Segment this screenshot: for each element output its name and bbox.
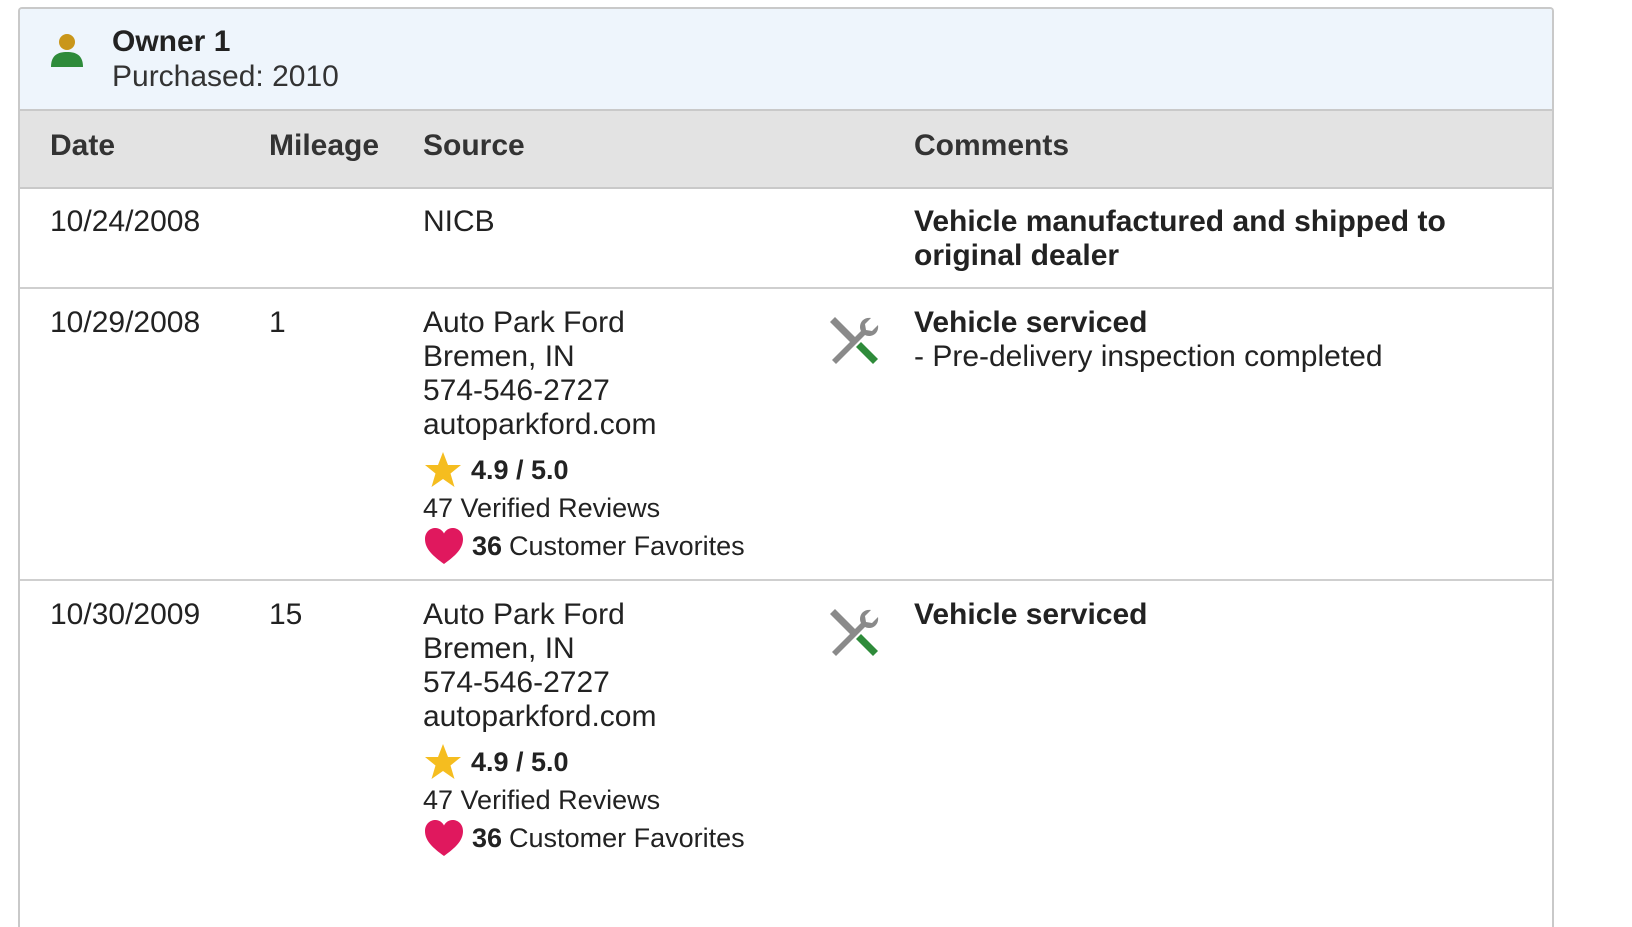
source-location: Bremen, IN <box>423 632 575 665</box>
comment-title: Vehicle serviced <box>914 598 1148 631</box>
customer-favorites: 36 Customer Favorites <box>423 526 813 566</box>
row-source: Auto Park Ford Bremen, IN 574-546-2727 a… <box>423 598 813 858</box>
row-date: 10/29/2008 <box>50 306 201 339</box>
customer-favorites: 36 Customer Favorites <box>423 818 813 858</box>
table-row: 10/29/2008 1 Auto Park Ford Bremen, IN 5… <box>20 289 1552 581</box>
row-date: 10/30/2009 <box>50 598 201 631</box>
row-comments: Vehicle serviced - Pre-delivery inspecti… <box>914 306 1534 374</box>
favorites-count: 36 <box>472 531 503 561</box>
source-location: Bremen, IN <box>423 340 575 373</box>
source-name: NICB <box>423 205 495 238</box>
source-phone[interactable]: 574-546-2727 <box>423 666 813 700</box>
owner-name: Owner 1 <box>112 25 231 58</box>
comment-title: Vehicle serviced <box>914 306 1148 339</box>
dealer-rating: 4.9 / 5.0 <box>423 450 813 490</box>
verified-reviews-link[interactable]: 47 Verified Reviews <box>423 490 813 526</box>
row-mileage: 1 <box>269 306 286 339</box>
column-header-mileage: Mileage <box>269 129 380 162</box>
column-header-comments: Comments <box>914 129 1070 162</box>
row-comments: Vehicle manufactured and shipped to orig… <box>914 205 1534 273</box>
comment-detail: - Pre-delivery inspection completed <box>914 340 1383 373</box>
history-table-header: Date Mileage Source Comments <box>20 111 1552 189</box>
row-comments: Vehicle serviced <box>914 598 1534 632</box>
favorites-label: Customer Favorites <box>509 531 745 561</box>
verified-reviews-link[interactable]: 47 Verified Reviews <box>423 782 813 818</box>
source-phone[interactable]: 574-546-2727 <box>423 374 813 408</box>
source-name: Auto Park Ford <box>423 598 625 631</box>
favorites-count: 36 <box>472 823 503 853</box>
dealer-rating: 4.9 / 5.0 <box>423 742 813 782</box>
rating-value: 4.9 / 5.0 <box>471 747 569 777</box>
column-header-source: Source <box>423 129 525 162</box>
rating-value: 4.9 / 5.0 <box>471 455 569 485</box>
comment-title: Vehicle manufactured and shipped to orig… <box>914 205 1446 272</box>
row-source: Auto Park Ford Bremen, IN 574-546-2727 a… <box>423 306 813 566</box>
service-tools-icon <box>830 609 879 656</box>
star-icon <box>425 744 461 779</box>
owner-history-panel: Owner 1 Purchased: 2010 Date Mileage Sou… <box>18 7 1554 927</box>
row-source: NICB <box>423 205 813 239</box>
table-row: 10/30/2009 15 Auto Park Ford Bremen, IN … <box>20 581 1552 921</box>
row-date: 10/24/2008 <box>50 205 201 238</box>
service-tools-icon <box>830 317 879 364</box>
favorites-label: Customer Favorites <box>509 823 745 853</box>
table-row: 10/24/2008 NICB Vehicle manufactured and… <box>20 189 1552 289</box>
heart-icon <box>425 528 463 564</box>
heart-icon <box>425 820 463 856</box>
person-icon <box>51 34 83 67</box>
owner-header: Owner 1 Purchased: 2010 <box>20 9 1552 111</box>
owner-purchased-year: Purchased: 2010 <box>112 60 339 93</box>
row-mileage: 15 <box>269 598 303 631</box>
column-header-date: Date <box>50 129 116 162</box>
source-website-link[interactable]: autoparkford.com <box>423 408 813 442</box>
source-website-link[interactable]: autoparkford.com <box>423 700 813 734</box>
source-name: Auto Park Ford <box>423 306 625 339</box>
star-icon <box>425 452 461 487</box>
